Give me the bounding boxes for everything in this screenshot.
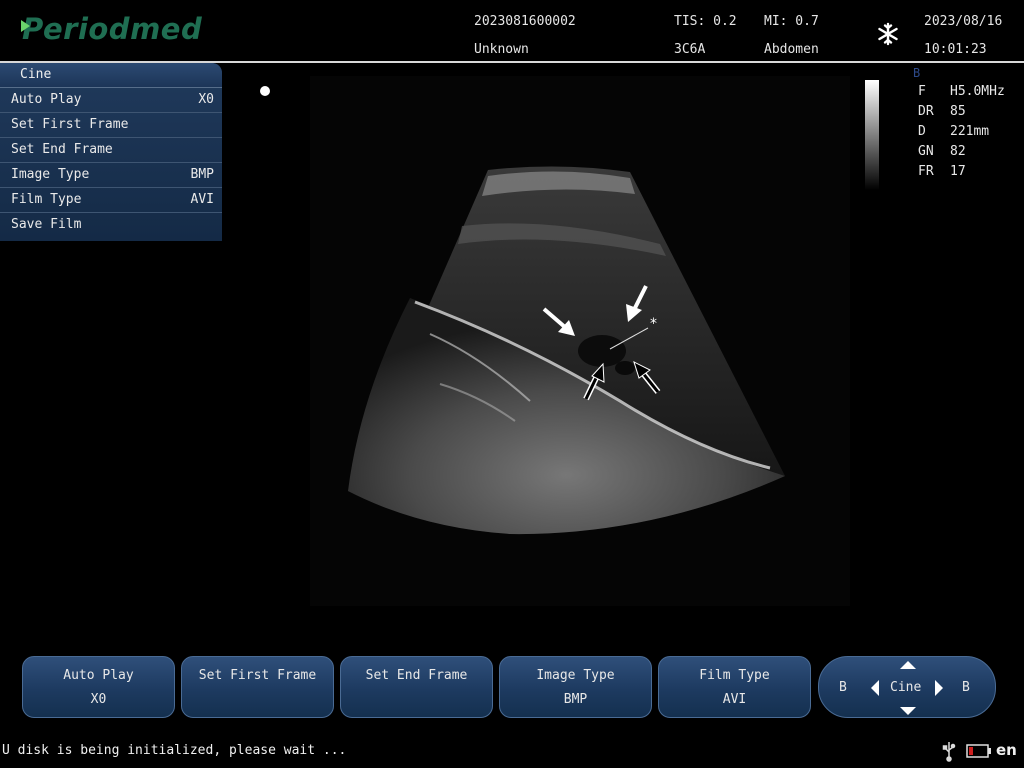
menu-item-label: Film Type (11, 192, 82, 207)
softkey-auto-play[interactable]: Auto Play X0 (22, 656, 175, 718)
nav-right-label: B (962, 680, 970, 695)
softkey-value: X0 (90, 692, 107, 707)
menu-item-label: Auto Play (11, 92, 82, 107)
menu-item-set-end-frame[interactable]: Set End Frame (0, 138, 222, 163)
softkey-set-first-frame[interactable]: Set First Frame (181, 656, 334, 718)
nav-center-label: Cine (890, 680, 922, 695)
triangle-down-icon[interactable] (900, 707, 916, 715)
nav-left-label: B (839, 680, 847, 695)
usb-icon (942, 742, 956, 762)
cine-menu: Cine Auto Play X0 Set First Frame Set En… (0, 63, 222, 241)
param-row: D 221mm (913, 122, 1005, 142)
hypoechoic-structure (578, 335, 626, 367)
exam-id: 2023081600002 (474, 14, 576, 29)
softkey-label: Film Type (699, 668, 770, 683)
param-value: H5.0MHz (950, 84, 1005, 99)
mi-value: MI: 0.7 (764, 14, 819, 29)
logo-mark-icon (21, 20, 30, 32)
grayscale-bar (865, 80, 879, 190)
softkey-film-type[interactable]: Film Type AVI (658, 656, 811, 718)
param-key: F (918, 84, 926, 99)
asterisk-annotation: * (650, 316, 657, 332)
tis-value: TIS: 0.2 (674, 14, 737, 29)
snowflake-icon (878, 22, 898, 46)
menu-item-label: Image Type (11, 167, 90, 182)
menu-item-auto-play[interactable]: Auto Play X0 (0, 88, 222, 113)
exam-time: 10:01:23 (924, 42, 987, 57)
language-indicator[interactable]: en (996, 741, 1017, 759)
softkey-image-type[interactable]: Image Type BMP (499, 656, 652, 718)
param-row: GN 82 (913, 142, 1005, 162)
ultrasound-image[interactable]: * (230, 66, 860, 626)
menu-item-value: AVI (190, 192, 214, 207)
hypoechoic-structure-2 (615, 361, 635, 375)
menu-item-label: Set First Frame (11, 117, 129, 132)
menu-item-film-type[interactable]: Film Type AVI (0, 188, 222, 213)
logo-text: Periodmed (22, 12, 203, 46)
exam-date: 2023/08/16 (924, 14, 1003, 29)
probe-name: 3C6A (674, 42, 706, 57)
cine-nav-control[interactable]: B Cine B (818, 656, 996, 718)
brand-logo: Periodmed (21, 12, 203, 46)
patient-name: Unknown (474, 42, 529, 57)
menu-item-image-type[interactable]: Image Type BMP (0, 163, 222, 188)
param-value: 85 (950, 104, 966, 119)
triangle-right-icon[interactable] (935, 680, 943, 696)
param-row: FR 17 (913, 162, 1005, 182)
param-key: GN (918, 144, 934, 159)
imaging-parameters: B F H5.0MHz DR 85 D 221mm GN 82 FR 17 (913, 66, 1005, 182)
softkey-label: Image Type (536, 668, 615, 683)
param-key: D (918, 124, 926, 139)
param-value: 221mm (950, 124, 990, 139)
softkey-value: AVI (722, 692, 747, 707)
menu-item-value: BMP (190, 167, 214, 182)
param-key: FR (918, 164, 934, 179)
battery-icon (966, 744, 991, 758)
param-value: 17 (950, 164, 966, 179)
param-row: DR 85 (913, 102, 1005, 122)
ultrasound-scan-svg: * (310, 76, 850, 606)
menu-item-value: X0 (198, 92, 214, 107)
menu-item-label: Save Film (11, 217, 82, 232)
triangle-left-icon[interactable] (871, 680, 879, 696)
menu-item-save-film[interactable]: Save Film (0, 213, 222, 237)
softkey-label: Auto Play (63, 668, 134, 683)
softkey-value (341, 691, 492, 709)
softkey-label: Set First Frame (198, 668, 317, 683)
mode-label: B (913, 66, 921, 80)
triangle-up-icon[interactable] (900, 661, 916, 669)
ultrasound-screen: Periodmed 2023081600002 Unknown TIS: 0.2… (0, 0, 1024, 768)
param-value: 82 (950, 144, 966, 159)
menu-item-set-first-frame[interactable]: Set First Frame (0, 113, 222, 138)
exam-preset: Abdomen (764, 42, 819, 57)
cine-menu-title: Cine (0, 63, 222, 88)
status-message: U disk is being initialized, please wait… (2, 743, 347, 758)
param-row: F H5.0MHz (913, 82, 1005, 102)
softkey-label: Set End Frame (365, 668, 468, 683)
param-key: DR (918, 104, 934, 119)
softkey-value: BMP (563, 692, 588, 707)
menu-item-label: Set End Frame (11, 142, 113, 157)
softkey-value (182, 691, 333, 709)
softkey-set-end-frame[interactable]: Set End Frame (340, 656, 493, 718)
